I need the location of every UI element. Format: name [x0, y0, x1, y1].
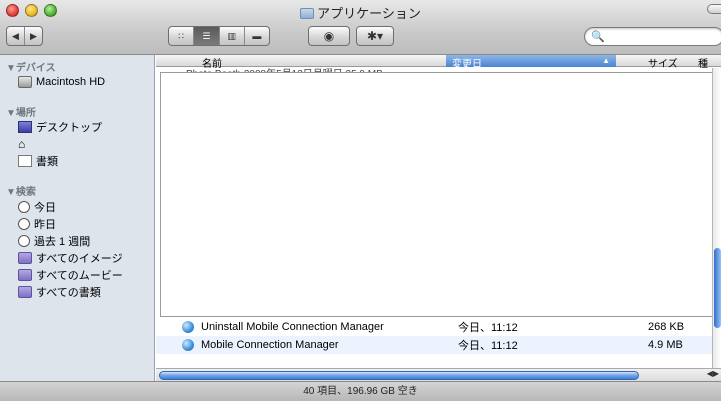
sidebar-item-home[interactable]: ⌂ — [18, 136, 36, 152]
sidebar: ▼デバイス Macintosh HD ▼場所 デスクトップ ⌂ 書類 ▼検索 今… — [0, 55, 155, 381]
sidebar-item-label: 今日 — [34, 202, 56, 214]
scroll-arrows-icon[interactable]: ◀▶ — [707, 369, 719, 378]
smart-folder-icon — [18, 269, 32, 281]
sidebar-heading-search[interactable]: ▼検索 — [6, 183, 36, 198]
sort-ascending-icon: ▲ — [602, 56, 610, 65]
gear-icon: ✱▾ — [366, 29, 384, 43]
home-icon: ⌂ — [18, 137, 26, 151]
clock-icon — [18, 218, 30, 230]
action-menu-button[interactable]: ✱▾ — [356, 26, 394, 46]
sidebar-item-label: 過去 1 週間 — [34, 236, 91, 248]
forward-button[interactable]: ▶ — [25, 31, 42, 42]
clock-icon — [18, 201, 30, 213]
vertical-scrollbar[interactable] — [712, 68, 721, 368]
hard-drive-icon — [18, 76, 32, 88]
row-name: Mobile Connection Manager — [201, 339, 339, 351]
view-mode-segmented-control: ∷ ☰ ▥ ▬ — [168, 26, 270, 46]
list-row[interactable]: Mobile Connection Manager 今日、11:12 4.9 M… — [156, 336, 712, 354]
row-name: Uninstall Mobile Connection Manager — [201, 321, 384, 333]
smart-folder-icon — [18, 252, 32, 264]
mobile-connection-icon — [182, 321, 194, 333]
list-view-button[interactable]: ☰ — [194, 27, 220, 45]
horizontal-scrollbar[interactable]: ◀▶ — [156, 368, 721, 381]
quick-look-button[interactable]: ◉ — [308, 26, 350, 46]
sidebar-item-all-documents[interactable]: すべての書類 — [18, 284, 101, 300]
eye-icon: ◉ — [323, 29, 335, 43]
sidebar-item-label: Macintosh HD — [36, 76, 106, 88]
list-row[interactable]: Uninstall Mobile Connection Manager 今日、1… — [156, 318, 712, 336]
documents-icon — [18, 155, 32, 167]
sidebar-item-today[interactable]: 今日 — [18, 199, 56, 215]
column-view-button[interactable]: ▥ — [220, 27, 245, 45]
sidebar-heading-devices[interactable]: ▼デバイス — [6, 59, 56, 74]
sidebar-item-label: すべてのイメージ — [36, 253, 123, 265]
vertical-scroll-thumb[interactable] — [714, 248, 721, 328]
status-bar: 40 項目、196.96 GB 空き — [0, 381, 721, 401]
toolbar-toggle-button[interactable] — [707, 4, 721, 14]
search-input[interactable]: 🔍 — [584, 27, 721, 46]
clock-icon — [18, 235, 30, 247]
status-text: 40 項目、196.96 GB 空き — [303, 386, 418, 397]
sidebar-item-macintosh-hd[interactable]: Macintosh HD — [18, 74, 105, 90]
desktop-icon — [18, 121, 32, 133]
sidebar-item-all-movies[interactable]: すべてのムービー — [18, 267, 123, 283]
row-size: 268 KB — [648, 321, 685, 333]
sidebar-item-label: すべての書類 — [36, 287, 101, 299]
folder-icon — [300, 8, 315, 19]
sidebar-item-desktop[interactable]: デスクトップ — [18, 119, 102, 135]
horizontal-scroll-thumb[interactable] — [159, 371, 639, 380]
sidebar-item-label: 書類 — [36, 156, 58, 168]
back-forward-buttons: ◀ ▶ — [6, 26, 43, 46]
search-icon: 🔍 — [591, 31, 605, 43]
sidebar-item-all-images[interactable]: すべてのイメージ — [18, 250, 123, 266]
back-button[interactable]: ◀ — [7, 31, 24, 42]
sidebar-item-label: デスクトップ — [36, 122, 102, 134]
icon-view-button[interactable]: ∷ — [169, 27, 195, 45]
smart-folder-icon — [18, 286, 32, 298]
preview-area — [160, 72, 717, 317]
sidebar-item-label: 昨日 — [34, 219, 56, 231]
cover-flow-button[interactable]: ▬ — [245, 27, 269, 45]
sidebar-item-yesterday[interactable]: 昨日 — [18, 216, 56, 232]
row-date: 今日、11:12 — [458, 322, 518, 334]
sidebar-heading-places[interactable]: ▼場所 — [6, 104, 36, 119]
mobile-connection-icon — [182, 339, 194, 351]
sidebar-item-past-week[interactable]: 過去 1 週間 — [18, 233, 90, 249]
row-date: 今日、11:12 — [458, 340, 518, 352]
window-toolbar: アプリケーション ◀ ▶ ∷ ☰ ▥ ▬ ◉ ✱▾ 🔍 — [0, 0, 721, 55]
sidebar-item-label: すべてのムービー — [36, 270, 123, 282]
sidebar-item-documents[interactable]: 書類 — [18, 153, 58, 169]
window-title-text: アプリケーション — [317, 6, 421, 21]
row-size: 4.9 MB — [648, 339, 683, 351]
window-title: アプリケーション — [0, 3, 721, 22]
file-list: Photo Booth 2008年5月13日月曜日 25.9 MB Uninst… — [156, 68, 717, 368]
